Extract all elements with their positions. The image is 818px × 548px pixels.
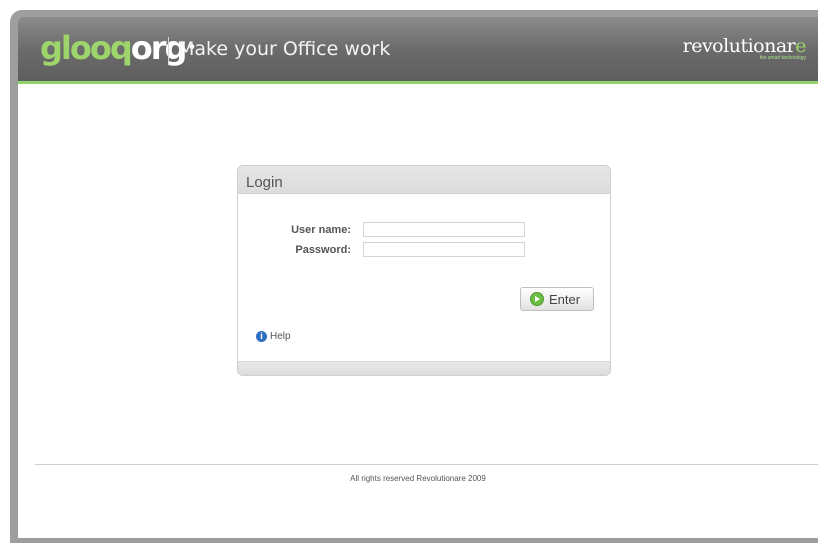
enter-button-label: Enter: [549, 292, 581, 307]
header-divider: [168, 37, 169, 65]
login-panel-header: [238, 166, 610, 194]
header-bar: glooqorg • Make your Office work revoluti…: [18, 17, 818, 84]
revolutionare-logo: revolutionare the smart technology: [682, 35, 807, 61]
header-tagline: Make your Office work: [178, 38, 391, 60]
password-input[interactable]: [363, 242, 525, 257]
username-input[interactable]: [363, 222, 525, 237]
info-icon: i: [256, 331, 267, 342]
glooqorg-logo[interactable]: glooqorg •: [40, 31, 196, 65]
app-window: glooqorg • Make your Office work revoluti…: [10, 10, 818, 543]
username-label: User name:: [291, 224, 351, 236]
login-title: Login: [246, 174, 283, 191]
footer-divider: [35, 464, 818, 465]
copyright-text: All rights reserved Revolutionare 2009: [350, 474, 486, 483]
login-panel: Login User name: Password: Enter i Help: [237, 165, 611, 376]
login-panel-footer: [238, 361, 610, 375]
help-label: Help: [270, 331, 291, 342]
arrow-right-circle-icon: [530, 292, 544, 306]
help-link[interactable]: i Help: [256, 331, 291, 342]
password-label: Password:: [295, 244, 351, 256]
enter-button[interactable]: Enter: [520, 287, 594, 311]
